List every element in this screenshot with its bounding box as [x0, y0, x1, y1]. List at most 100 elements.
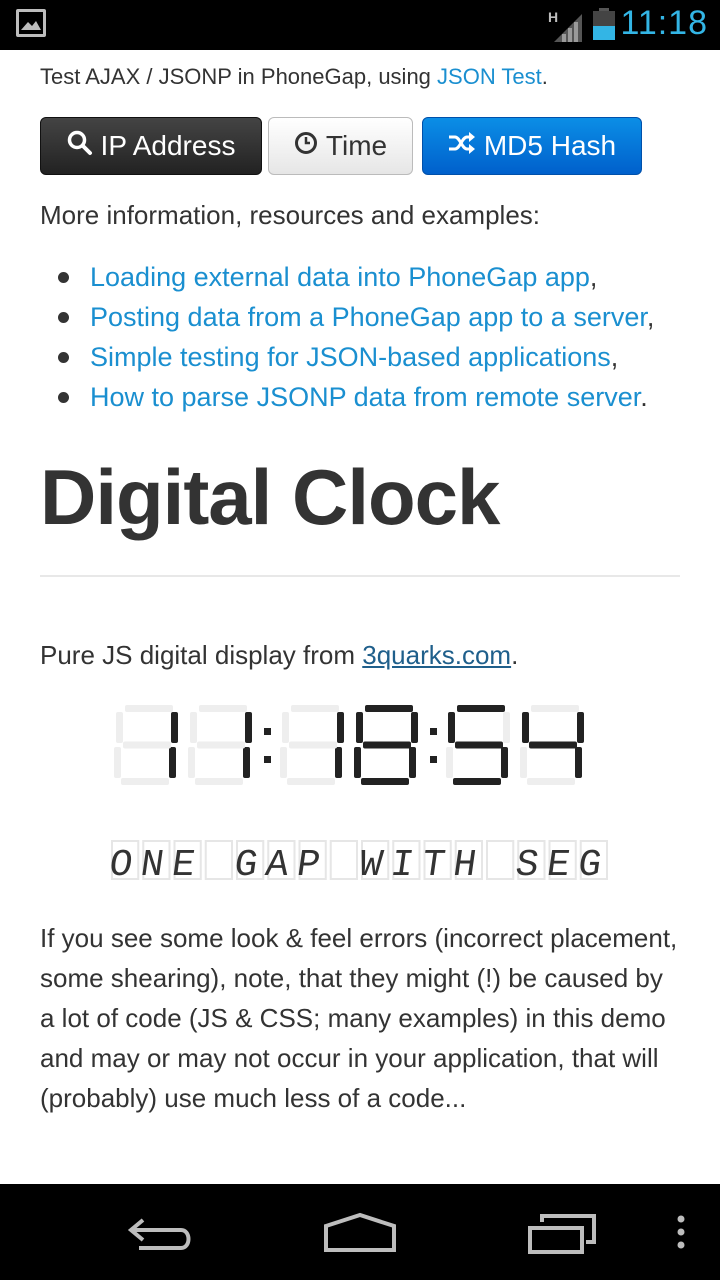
- resource-link[interactable]: Loading external data into PhoneGap app: [90, 262, 590, 292]
- clock-colon: [264, 756, 271, 763]
- status-bar: H 11:18: [0, 0, 720, 50]
- clock-segment: [190, 712, 197, 743]
- home-icon[interactable]: [322, 1212, 398, 1259]
- notice-paragraph: If you see some look & feel errors (inco…: [40, 923, 678, 1113]
- digital-clock-display: [110, 700, 610, 790]
- svg-text:H: H: [548, 9, 558, 25]
- button-group: IP Address Time MD5 Hash: [40, 117, 680, 177]
- clock-segment: [114, 747, 121, 778]
- clock-segment: [289, 741, 337, 749]
- segment-text-display: ONEGAPWITHSEG: [106, 835, 610, 887]
- list-punct: ,: [610, 342, 619, 372]
- clock-segment: [411, 712, 418, 743]
- clock-segment: [197, 741, 245, 749]
- md5-hash-button[interactable]: MD5 Hash: [422, 117, 642, 175]
- intro-text: Test AJAX / JSONP in PhoneGap, using JSO…: [40, 50, 680, 90]
- clock-segment: [527, 778, 575, 785]
- signal-icon: H: [548, 8, 584, 47]
- divider: [40, 575, 680, 577]
- clock-segment: [531, 705, 579, 712]
- clock-segment: [125, 705, 173, 712]
- clock-segment: [335, 747, 342, 778]
- list-item: Loading external data into PhoneGap app,: [40, 257, 654, 297]
- 3quarks-link[interactable]: 3quarks.com: [362, 640, 511, 670]
- time-button[interactable]: Time: [268, 117, 413, 175]
- clock-segment: [188, 747, 195, 778]
- clock-segment: [577, 712, 584, 743]
- clock-colon: [430, 756, 437, 763]
- json-test-link[interactable]: JSON Test: [437, 64, 542, 89]
- clock-segment: [448, 712, 455, 743]
- intro-prefix: Test AJAX / JSONP in PhoneGap, using: [40, 64, 438, 89]
- segment-cell: [329, 840, 358, 880]
- pure-js-text: Pure JS digital display from 3quarks.com…: [40, 640, 518, 671]
- clock-segment: [354, 747, 361, 778]
- clock-segment: [409, 747, 416, 778]
- clock-segment: [365, 705, 413, 712]
- time-label: Time: [325, 130, 388, 161]
- clock-segment: [453, 778, 501, 785]
- clock-segment: [199, 705, 247, 712]
- resource-list: Loading external data into PhoneGap app,…: [40, 257, 654, 417]
- clock-segment: [169, 747, 176, 778]
- clock-segment: [356, 712, 363, 743]
- clock-colon: [264, 728, 271, 735]
- list-punct: .: [640, 382, 648, 412]
- battery-icon: [592, 8, 616, 40]
- intro-suffix: .: [541, 64, 548, 89]
- status-time: 11:18: [620, 4, 708, 42]
- list-item: Posting data from a PhoneGap app to a se…: [40, 297, 654, 337]
- list-item: How to parse JSONP data from remote serv…: [40, 377, 654, 417]
- page-title: Digital Clock: [40, 453, 500, 541]
- clock-segment: [446, 747, 453, 778]
- resource-link[interactable]: Posting data from a PhoneGap app to a se…: [90, 302, 647, 332]
- clock-segment: [116, 712, 123, 743]
- pure-js-suffix: .: [511, 640, 519, 670]
- list-punct: ,: [589, 262, 598, 292]
- bullet: [58, 392, 69, 403]
- clock-segment: [245, 712, 252, 743]
- clock-segment: [337, 712, 344, 743]
- shuffle-icon: [448, 130, 476, 162]
- clock-segment: [243, 747, 250, 778]
- more-info-text: More information, resources and examples…: [40, 200, 541, 230]
- segment-cell: [204, 840, 233, 880]
- clock-segment: [501, 747, 508, 778]
- gallery-notification-icon: [16, 9, 46, 37]
- clock-segment: [361, 778, 409, 785]
- bullet: [58, 272, 69, 283]
- pure-js-prefix: Pure JS digital display from: [40, 640, 363, 670]
- clock-segment: [520, 747, 527, 778]
- navigation-bar: [0, 1184, 720, 1280]
- clock-segment: [280, 747, 287, 778]
- search-icon: [67, 130, 93, 163]
- clock-segment: [455, 741, 503, 749]
- clock-icon: [294, 130, 318, 162]
- ip-address-button[interactable]: IP Address: [40, 117, 262, 175]
- clock-segment: [503, 712, 510, 743]
- clock-segment: [287, 778, 335, 785]
- clock-segment: [121, 778, 169, 785]
- clock-segment: [291, 705, 339, 712]
- resource-link[interactable]: How to parse JSONP data from remote serv…: [90, 382, 640, 412]
- clock-segment: [522, 712, 529, 743]
- clock-segment: [529, 741, 577, 749]
- clock-segment: [195, 778, 243, 785]
- clock-colon: [430, 728, 437, 735]
- clock-segment: [282, 712, 289, 743]
- ip-address-label: IP Address: [100, 130, 236, 161]
- back-icon[interactable]: [125, 1214, 195, 1259]
- list-punct: ,: [646, 302, 655, 332]
- bullet: [58, 352, 69, 363]
- bullet: [58, 312, 69, 323]
- md5-hash-label: MD5 Hash: [483, 130, 617, 161]
- resource-link[interactable]: Simple testing for JSON-based applicatio…: [90, 342, 611, 372]
- segment-cell: [486, 840, 515, 880]
- clock-segment: [123, 741, 171, 749]
- recent-apps-icon[interactable]: [526, 1212, 598, 1261]
- page-content: Test AJAX / JSONP in PhoneGap, using JSO…: [40, 50, 680, 1113]
- clock-segment: [457, 705, 505, 712]
- clock-segment: [171, 712, 178, 743]
- list-item: Simple testing for JSON-based applicatio…: [40, 337, 654, 377]
- menu-icon[interactable]: [676, 1214, 686, 1259]
